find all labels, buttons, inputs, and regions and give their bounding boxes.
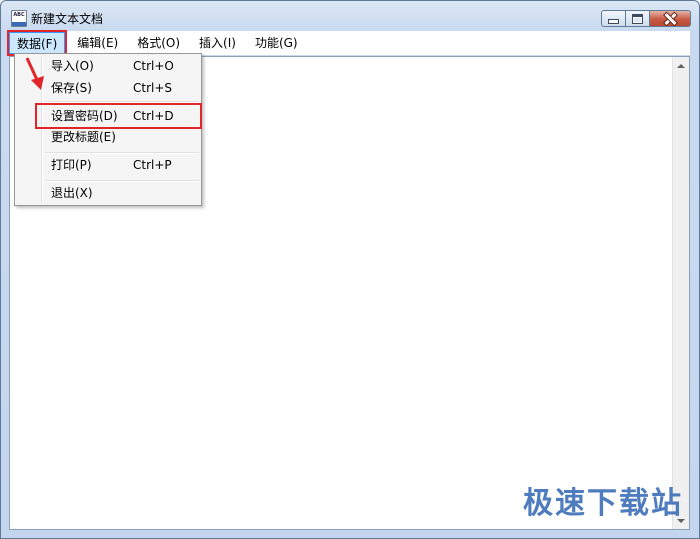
menu-separator (45, 101, 199, 103)
close-button[interactable] (649, 10, 691, 27)
menu-item-print[interactable]: 打印(P) Ctrl+P (17, 154, 199, 176)
menu-item-set-password[interactable]: 设置密码(D) Ctrl+D (35, 103, 202, 129)
menu-format[interactable]: 格式(O) (130, 32, 187, 54)
maximize-icon (632, 13, 643, 24)
menu-item-shortcut: Ctrl+O (133, 59, 174, 73)
menu-item-label: 设置密码(D) (51, 109, 118, 123)
menu-item-label: 退出(X) (51, 186, 93, 200)
menu-insert[interactable]: 插入(I) (192, 32, 243, 54)
menu-function[interactable]: 功能(G) (248, 32, 305, 54)
menu-item-label: 打印(P) (51, 158, 92, 172)
menu-item-shortcut: Ctrl+D (133, 109, 174, 123)
menu-item-shortcut: Ctrl+S (133, 81, 173, 95)
close-icon (664, 13, 676, 25)
menu-edit[interactable]: 编辑(E) (70, 32, 125, 54)
chevron-up-icon (677, 63, 685, 68)
menu-data[interactable]: 数据(F) (6, 30, 68, 56)
annotation-arrow-icon (25, 57, 44, 90)
vertical-scrollbar[interactable] (672, 57, 689, 529)
minimize-icon (608, 19, 619, 24)
title-bar[interactable]: ABC 新建文本文档 (1, 1, 699, 31)
menu-item-label: 保存(S) (51, 81, 92, 95)
window-title: 新建文本文档 (31, 12, 104, 26)
watermark-logo: 极速下载站 (523, 486, 683, 521)
menu-bar: 数据(F) 编辑(E) 格式(O) 插入(I) 功能(G) (6, 30, 690, 56)
menu-item-label: 更改标题(E) (51, 130, 116, 144)
notepad-app-icon[interactable]: ABC (11, 10, 27, 27)
menu-item-change-title[interactable]: 更改标题(E) (17, 126, 199, 148)
menu-item-label: 导入(O) (51, 59, 94, 73)
maximize-button[interactable] (625, 10, 649, 27)
window-controls (601, 10, 691, 27)
minimize-button[interactable] (601, 10, 625, 27)
menu-item-exit[interactable]: 退出(X) (17, 182, 199, 204)
scroll-up-button[interactable] (673, 57, 689, 74)
menu-item-shortcut: Ctrl+P (133, 158, 172, 172)
